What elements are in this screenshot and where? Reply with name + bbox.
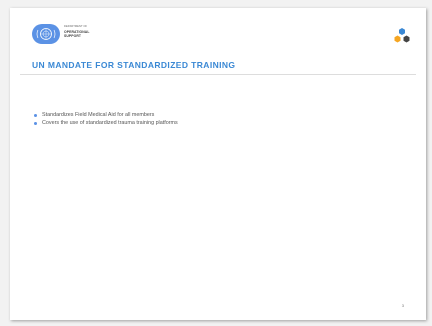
bullet-dot-icon — [34, 121, 37, 125]
un-emblem-icon — [32, 24, 60, 44]
bullet-text: Standardizes Field Medical Aid for all m… — [42, 112, 155, 118]
dept-line-1: DEPARTMENT OF — [64, 25, 88, 28]
slide-header: DEPARTMENT OF OPERATIONAL SUPPORT — [10, 8, 426, 48]
title-divider — [20, 74, 416, 75]
hexagon-cluster-icon — [392, 27, 412, 45]
bullet-dot-icon — [34, 114, 37, 118]
bullet-text: Covers the use of standardized trauma tr… — [42, 119, 178, 126]
dept-line-3: SUPPORT — [64, 34, 82, 39]
bullet-list: Standardizes Field Medical Aid for all m… — [34, 112, 178, 128]
slide: DEPARTMENT OF OPERATIONAL SUPPORT UN MAN… — [10, 8, 426, 320]
list-item: Covers the use of standardized trauma tr… — [34, 120, 178, 128]
slide-title: UN MANDATE FOR STANDARDIZED TRAINING — [32, 60, 236, 70]
page-number: 3 — [401, 303, 404, 308]
list-item: Standardizes Field Medical Aid for all m… — [34, 112, 178, 120]
department-name: DEPARTMENT OF OPERATIONAL SUPPORT — [64, 25, 90, 39]
